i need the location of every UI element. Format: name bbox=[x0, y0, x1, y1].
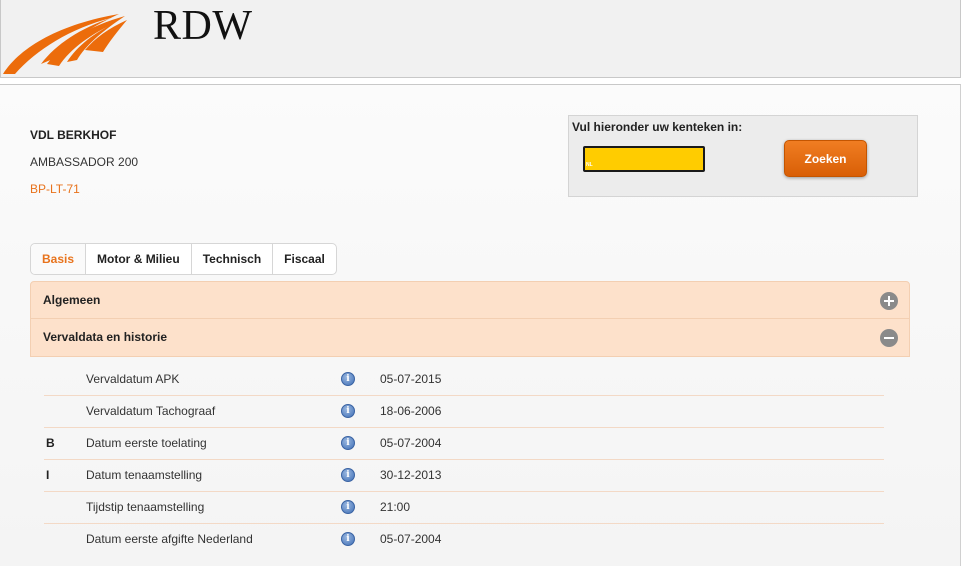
info-icon[interactable]: i bbox=[341, 500, 355, 514]
row-code: I bbox=[46, 468, 50, 482]
info-icon[interactable]: i bbox=[341, 436, 355, 450]
plate-country-code: NL bbox=[586, 162, 593, 168]
license-plate-input[interactable]: NL bbox=[583, 146, 770, 172]
list-item: I Datum tenaamstelling i 30-12-2013 bbox=[44, 460, 884, 492]
row-value: 05-07-2004 bbox=[380, 532, 442, 546]
list-item: Tijdstip tenaamstelling i 21:00 bbox=[44, 492, 884, 524]
row-value: 05-07-2004 bbox=[380, 436, 442, 450]
tab-technisch[interactable]: Technisch bbox=[191, 244, 274, 274]
license-plate-field[interactable] bbox=[585, 148, 770, 170]
list-item: Datum eerste afgifte Nederland i 05-07-2… bbox=[44, 524, 884, 556]
info-icon[interactable]: i bbox=[341, 468, 355, 482]
row-value: 30-12-2013 bbox=[380, 468, 442, 482]
info-icon[interactable]: i bbox=[341, 532, 355, 546]
search-button[interactable]: Zoeken bbox=[784, 140, 867, 177]
search-label: Vul hieronder uw kenteken in: bbox=[572, 120, 743, 134]
tab-motor-milieu[interactable]: Motor & Milieu bbox=[86, 244, 192, 274]
row-label: Vervaldatum Tachograaf bbox=[86, 404, 216, 418]
vehicle-model: AMBASSADOR 200 bbox=[30, 155, 139, 169]
rdw-logo-icon[interactable] bbox=[1, 6, 131, 76]
section-vervaldata[interactable]: Vervaldata en historie bbox=[30, 319, 910, 357]
license-plate-search: Vul hieronder uw kenteken in: NL Zoeken bbox=[568, 115, 918, 197]
row-code: B bbox=[46, 436, 55, 450]
vehicle-name: VDL BERKHOF bbox=[30, 128, 117, 142]
row-label: Datum tenaamstelling bbox=[86, 468, 203, 482]
section-algemeen[interactable]: Algemeen bbox=[30, 281, 910, 319]
info-icon[interactable]: i bbox=[341, 404, 355, 418]
tab-bar: Basis Motor & Milieu Technisch Fiscaal bbox=[30, 243, 337, 275]
info-icon[interactable]: i bbox=[341, 372, 355, 386]
tab-basis[interactable]: Basis bbox=[31, 244, 87, 274]
section-title: Vervaldata en historie bbox=[43, 330, 168, 344]
row-label: Datum eerste toelating bbox=[86, 436, 207, 450]
row-label: Tijdstip tenaamstelling bbox=[86, 500, 205, 514]
section-title: Algemeen bbox=[43, 293, 101, 307]
plus-circle-icon[interactable] bbox=[880, 292, 898, 310]
row-label: Vervaldatum APK bbox=[86, 372, 180, 386]
list-item: B Datum eerste toelating i 05-07-2004 bbox=[44, 428, 884, 460]
history-list: Vervaldatum APK i 05-07-2015 Vervaldatum… bbox=[44, 364, 884, 556]
vehicle-plate: BP-LT-71 bbox=[30, 182, 80, 196]
minus-circle-icon[interactable] bbox=[880, 329, 898, 347]
list-item: Vervaldatum APK i 05-07-2015 bbox=[44, 364, 884, 396]
tab-fiscaal[interactable]: Fiscaal bbox=[273, 244, 336, 274]
brand-name: RDW bbox=[153, 3, 253, 49]
row-value: 21:00 bbox=[380, 500, 411, 514]
row-value: 05-07-2015 bbox=[380, 372, 442, 386]
header: RDW bbox=[0, 0, 961, 78]
row-value: 18-06-2006 bbox=[380, 404, 442, 418]
row-label: Datum eerste afgifte Nederland bbox=[86, 532, 253, 546]
list-item: Vervaldatum Tachograaf i 18-06-2006 bbox=[44, 396, 884, 428]
